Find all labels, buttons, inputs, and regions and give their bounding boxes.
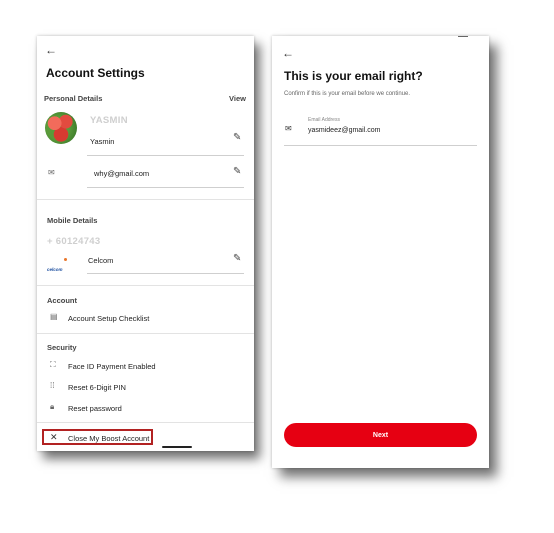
section-divider bbox=[37, 422, 254, 423]
edit-carrier-pencil-icon[interactable]: ✎ bbox=[233, 254, 241, 264]
page-title: This is your email right? bbox=[284, 69, 423, 83]
divider bbox=[87, 273, 244, 274]
highlight-box bbox=[42, 429, 153, 445]
envelope-icon: ✉ bbox=[48, 168, 55, 177]
divider bbox=[87, 155, 244, 156]
email-field[interactable]: yasmideez@gmail.com bbox=[308, 127, 380, 134]
section-divider bbox=[37, 285, 254, 286]
name-value: Yasmin bbox=[90, 137, 115, 146]
carrier-name: Celcom bbox=[88, 256, 114, 265]
envelope-icon: ✉ bbox=[285, 124, 292, 133]
divider bbox=[87, 187, 244, 188]
account-settings-screen: ← Account Settings Personal Details View… bbox=[37, 36, 254, 451]
page-subtitle: Confirm if this is your email before we … bbox=[284, 91, 411, 97]
avatar[interactable] bbox=[45, 112, 77, 144]
email-field-label: Email Address bbox=[308, 117, 340, 123]
section-divider bbox=[37, 333, 254, 334]
username-display: YASMIN bbox=[90, 115, 128, 126]
face-scan-icon: ⛶ bbox=[50, 360, 56, 369]
email-value: why@gmail.com bbox=[94, 169, 150, 178]
lock-icon: 🔒︎ bbox=[50, 402, 55, 411]
reset-pin-item[interactable]: Reset 6-Digit PIN bbox=[68, 383, 126, 392]
page-title: Account Settings bbox=[46, 66, 145, 80]
account-label: Account bbox=[47, 296, 77, 305]
next-button[interactable]: Next bbox=[284, 423, 477, 447]
mobile-details-label: Mobile Details bbox=[47, 216, 98, 225]
clipboard-icon: ▤ bbox=[50, 312, 58, 321]
back-arrow-icon[interactable]: ← bbox=[45, 44, 57, 56]
edit-email-pencil-icon[interactable]: ✎ bbox=[233, 167, 241, 177]
reset-password-item[interactable]: Reset password bbox=[68, 404, 122, 413]
email-field-underline bbox=[284, 145, 477, 146]
personal-details-label: Personal Details bbox=[44, 94, 103, 103]
home-indicator bbox=[162, 446, 192, 448]
celcom-logo-icon: celcom bbox=[47, 258, 67, 276]
keypad-icon: ⁞⁞ bbox=[50, 381, 55, 390]
security-label: Security bbox=[47, 343, 77, 352]
mobile-number: + 60124743 bbox=[47, 236, 101, 247]
edit-name-pencil-icon[interactable]: ✎ bbox=[233, 133, 241, 143]
back-arrow-icon[interactable]: ← bbox=[282, 47, 294, 59]
status-indicator bbox=[458, 36, 468, 37]
celcom-logo-text: celcom bbox=[47, 267, 63, 272]
email-confirm-screen: ← This is your email right? Confirm if t… bbox=[272, 36, 489, 468]
view-link[interactable]: View bbox=[229, 94, 246, 103]
section-divider bbox=[37, 199, 254, 200]
account-setup-checklist-item[interactable]: Account Setup Checklist bbox=[68, 314, 149, 323]
face-id-item[interactable]: Face ID Payment Enabled bbox=[68, 362, 156, 371]
